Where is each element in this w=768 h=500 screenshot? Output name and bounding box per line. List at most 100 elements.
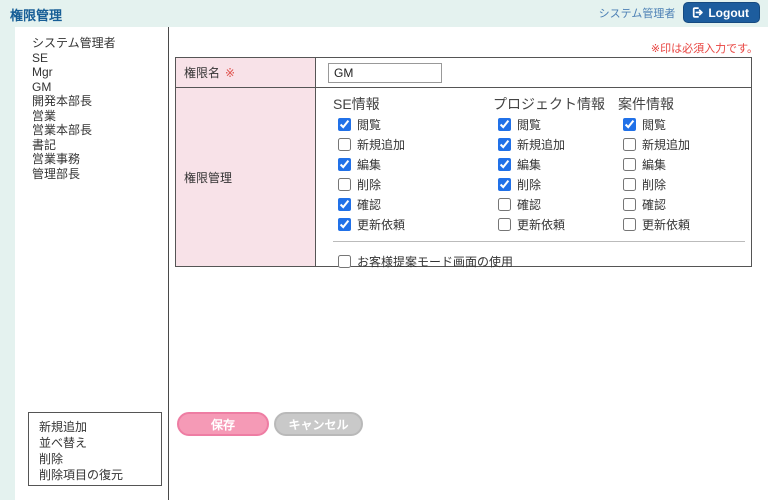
permission-group-se: SE情報 閲覧 新規追加 編集 削除 [333,94,493,234]
checkbox-row-se-confirm[interactable]: 確認 [333,194,493,214]
checkbox-label: 新規追加 [357,136,405,153]
checkbox-label: 閲覧 [642,116,666,133]
checkbox-label: 確認 [517,196,541,213]
checkbox-project-view[interactable] [498,118,511,131]
action-sort[interactable]: 並べ替え [39,435,161,451]
action-delete[interactable]: 削除 [39,451,161,467]
checkbox-row-se-delete[interactable]: 削除 [333,174,493,194]
checkbox-row-se-view[interactable]: 閲覧 [333,114,493,134]
permission-form: 権限名 ※ 権限管理 SE情報 閲覧 新規追加 [175,57,752,267]
checkbox-label: 新規追加 [642,136,690,153]
permission-matrix-label-cell: 権限管理 [176,88,316,266]
checkbox-row-se-update-request[interactable]: 更新依頼 [333,214,493,234]
sidebar-item-dev-division-head[interactable]: 開発本部長 [32,94,116,109]
checkbox-label: 更新依頼 [357,216,405,233]
checkbox-label: 確認 [357,196,381,213]
checkbox-label: 編集 [517,156,541,173]
checkbox-project-update-request[interactable] [498,218,511,231]
sidebar-item-mgr[interactable]: Mgr [32,65,116,80]
checkbox-case-delete[interactable] [623,178,636,191]
checkbox-label: 削除 [642,176,666,193]
logout-label: Logout [708,6,749,20]
sidebar-item-system-admin[interactable]: システム管理者 [32,36,116,51]
checkbox-label: 削除 [357,176,381,193]
checkbox-project-confirm[interactable] [498,198,511,211]
checkbox-row-project-delete[interactable]: 削除 [493,174,618,194]
permission-matrix-label: 権限管理 [184,169,232,186]
checkbox-label: お客様提案モード画面の使用 [357,253,513,270]
checkbox-row-se-edit[interactable]: 編集 [333,154,493,174]
permission-name-label: 権限名 [184,64,220,81]
checkbox-case-confirm[interactable] [623,198,636,211]
action-restore-deleted[interactable]: 削除項目の復元 [39,467,161,483]
checkbox-se-delete[interactable] [338,178,351,191]
checkbox-project-edit[interactable] [498,158,511,171]
checkbox-row-se-add[interactable]: 新規追加 [333,134,493,154]
header-right: システム管理者 Logout [599,2,760,23]
checkbox-case-add[interactable] [623,138,636,151]
group-title-se: SE情報 [333,94,493,112]
sidebar-divider [168,27,169,500]
checkbox-se-update-request[interactable] [338,218,351,231]
checkbox-se-confirm[interactable] [338,198,351,211]
cancel-button[interactable]: キャンセル [274,412,363,436]
checkbox-row-case-view[interactable]: 閲覧 [618,114,745,134]
permission-name-input[interactable] [328,63,442,83]
sidebar-item-se[interactable]: SE [32,51,116,66]
logout-button[interactable]: Logout [683,2,760,23]
checkbox-label: 更新依頼 [517,216,565,233]
checkbox-se-edit[interactable] [338,158,351,171]
permission-group-project: プロジェクト情報 閲覧 新規追加 編集 削除 [493,94,618,234]
sidebar-item-sales-division-head[interactable]: 営業本部長 [32,123,116,138]
checkbox-row-case-confirm[interactable]: 確認 [618,194,745,214]
checkbox-label: 閲覧 [517,116,541,133]
checkbox-row-project-add[interactable]: 新規追加 [493,134,618,154]
checkbox-row-project-update-request[interactable]: 更新依頼 [493,214,618,234]
logged-in-user: システム管理者 [599,5,676,21]
sidebar-item-sales[interactable]: 営業 [32,109,116,124]
sidebar-action-box: 新規追加 並べ替え 削除 削除項目の復元 [28,412,162,486]
checkbox-label: 新規追加 [517,136,565,153]
checkbox-project-add[interactable] [498,138,511,151]
checkbox-label: 確認 [642,196,666,213]
checkbox-label: 削除 [517,176,541,193]
checkbox-row-case-update-request[interactable]: 更新依頼 [618,214,745,234]
checkbox-case-view[interactable] [623,118,636,131]
checkbox-label: 更新依頼 [642,216,690,233]
checkbox-customer-proposal-mode[interactable] [338,255,351,268]
group-title-case: 案件情報 [618,94,745,112]
checkbox-case-update-request[interactable] [623,218,636,231]
sidebar-item-sales-admin[interactable]: 営業事務 [32,152,116,167]
checkbox-row-project-confirm[interactable]: 確認 [493,194,618,214]
checkbox-project-delete[interactable] [498,178,511,191]
group-title-project: プロジェクト情報 [493,94,618,112]
required-mark: ※ [225,66,235,80]
matrix-divider [333,241,745,242]
checkbox-row-case-add[interactable]: 新規追加 [618,134,745,154]
checkbox-se-add[interactable] [338,138,351,151]
checkbox-label: 編集 [357,156,381,173]
action-new-add[interactable]: 新規追加 [39,419,161,435]
checkbox-label: 閲覧 [357,116,381,133]
save-button[interactable]: 保存 [177,412,269,436]
checkbox-row-project-view[interactable]: 閲覧 [493,114,618,134]
permission-matrix: SE情報 閲覧 新規追加 編集 削除 [316,88,751,266]
role-list: システム管理者 SE Mgr GM 開発本部長 営業 営業本部長 書記 営業事務… [32,36,116,181]
sidebar-item-gm[interactable]: GM [32,80,116,95]
permission-name-label-cell: 権限名 ※ [176,58,316,87]
checkbox-row-case-delete[interactable]: 削除 [618,174,745,194]
permission-group-case: 案件情報 閲覧 新規追加 編集 削除 [618,94,745,234]
permission-name-value-cell [316,58,751,87]
logout-icon [691,6,704,19]
form-buttons: 保存 キャンセル [177,412,363,436]
sidebar-item-admin-dept-head[interactable]: 管理部長 [32,167,116,182]
sidebar-item-secretary[interactable]: 書記 [32,138,116,153]
required-note: ※印は必須入力です。 [651,40,758,56]
checkbox-label: 編集 [642,156,666,173]
page-title: 権限管理 [10,5,62,24]
checkbox-row-customer-proposal-mode[interactable]: お客様提案モード画面の使用 [333,251,745,271]
checkbox-case-edit[interactable] [623,158,636,171]
checkbox-row-project-edit[interactable]: 編集 [493,154,618,174]
checkbox-row-case-edit[interactable]: 編集 [618,154,745,174]
checkbox-se-view[interactable] [338,118,351,131]
